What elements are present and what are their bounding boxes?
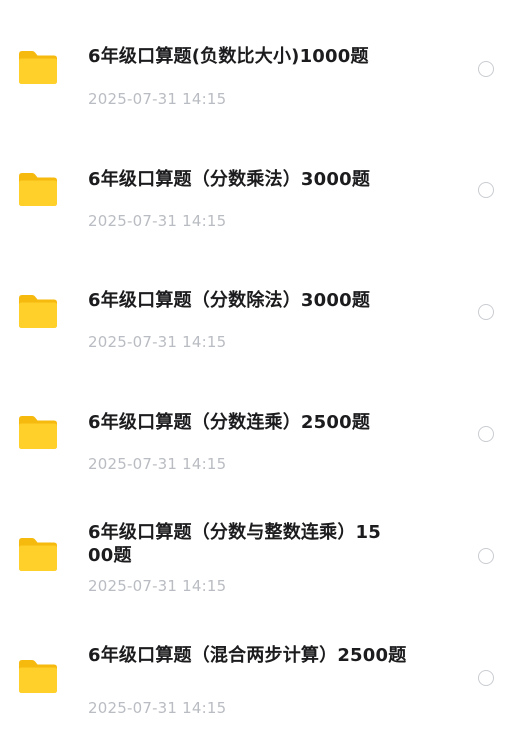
- folder-icon: [19, 295, 57, 328]
- folder-icon: [19, 173, 57, 206]
- select-radio[interactable]: [478, 548, 494, 564]
- file-name: 6年级口算题(负数比大小)1000题: [88, 46, 369, 67]
- select-radio[interactable]: [478, 182, 494, 198]
- folder-icon: [19, 416, 57, 449]
- list-item[interactable]: 6年级口算题（分数乘法）3000题 2025-07-31 14:15: [0, 122, 520, 244]
- file-date: 2025-07-31 14:15: [88, 333, 227, 351]
- list-item[interactable]: 6年级口算题（分数与整数连乘）1500题 2025-07-31 14:15: [0, 488, 520, 610]
- list-item[interactable]: 6年级口算题（混合两步计算）2500题 2025-07-31 14:15: [0, 610, 520, 732]
- list-item[interactable]: 6年级口算题（分数除法）3000题 2025-07-31 14:15: [0, 244, 520, 366]
- list-item[interactable]: 6年级口算题(负数比大小)1000题 2025-07-31 14:15: [0, 0, 520, 122]
- file-name: 6年级口算题（分数乘法）3000题: [88, 169, 371, 190]
- file-date: 2025-07-31 14:15: [88, 455, 227, 473]
- file-date: 2025-07-31 14:15: [88, 90, 227, 108]
- file-date: 2025-07-31 14:15: [88, 212, 227, 230]
- file-name: 6年级口算题（分数连乘）2500题: [88, 412, 371, 433]
- file-list: 6年级口算题(负数比大小)1000题 2025-07-31 14:15 6年级口…: [0, 0, 520, 730]
- select-radio[interactable]: [478, 304, 494, 320]
- file-name: 6年级口算题（分数与整数连乘）1500题: [88, 522, 381, 566]
- file-name: 6年级口算题（混合两步计算）2500题: [88, 645, 407, 666]
- file-date: 2025-07-31 14:15: [88, 699, 227, 717]
- select-radio[interactable]: [478, 61, 494, 77]
- select-radio[interactable]: [478, 670, 494, 686]
- folder-icon: [19, 538, 57, 571]
- file-date: 2025-07-31 14:15: [88, 577, 227, 595]
- folder-icon: [19, 51, 57, 84]
- list-item[interactable]: 6年级口算题（分数连乘）2500题 2025-07-31 14:15: [0, 366, 520, 488]
- select-radio[interactable]: [478, 426, 494, 442]
- folder-icon: [19, 660, 57, 693]
- file-name: 6年级口算题（分数除法）3000题: [88, 290, 371, 311]
